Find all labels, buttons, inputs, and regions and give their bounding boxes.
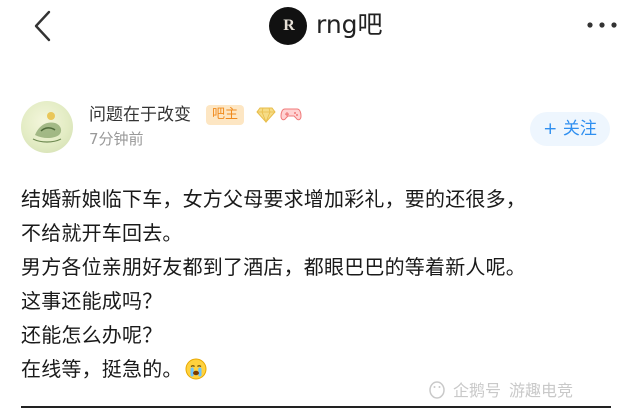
post-line-text: 在线等，挺急的。 — [21, 357, 183, 381]
post-time: 7分钟前 — [89, 130, 144, 148]
watermark: 企鹅号 游趣电竞 — [427, 377, 573, 401]
author-avatar[interactable] — [21, 101, 73, 153]
watermark-author: 游趣电竞 — [509, 381, 574, 400]
crying-emoji-icon — [185, 358, 207, 380]
follow-button[interactable]: + 关注 — [530, 112, 610, 146]
post-line: 结婚新娘临下车，女方父母要求增加彩礼，要的还很多， — [21, 187, 526, 211]
author-name[interactable]: 问题在于改变 — [89, 103, 191, 127]
penguin-icon — [429, 381, 445, 399]
post-line: 不给就开车回去。 — [21, 221, 183, 245]
top-bar: R rng吧 — [0, 0, 625, 60]
forum-logo[interactable]: R — [269, 7, 307, 45]
divider — [21, 406, 611, 408]
watermark-source: 企鹅号 — [453, 381, 502, 400]
rng-logo-mark: R — [283, 17, 294, 34]
post-body: 结婚新娘临下车，女方父母要求增加彩礼，要的还很多， 不给就开车回去。 男方各位亲… — [21, 182, 621, 386]
forum-title[interactable]: rng吧 — [316, 9, 383, 41]
diamond-level-icon — [256, 107, 276, 124]
gamepad-icon — [280, 108, 302, 121]
more-dots-icon[interactable] — [586, 21, 618, 29]
post-line: 还能怎么办呢？ — [21, 323, 163, 347]
chevron-left-icon[interactable] — [30, 9, 56, 43]
role-badge: 吧主 — [206, 105, 245, 125]
post-line: 这事还能成吗？ — [21, 289, 163, 313]
avatar-art — [32, 112, 62, 143]
post-line: 男方各位亲朋好友都到了酒店，都眼巴巴的等着新人呢。 — [21, 255, 526, 279]
